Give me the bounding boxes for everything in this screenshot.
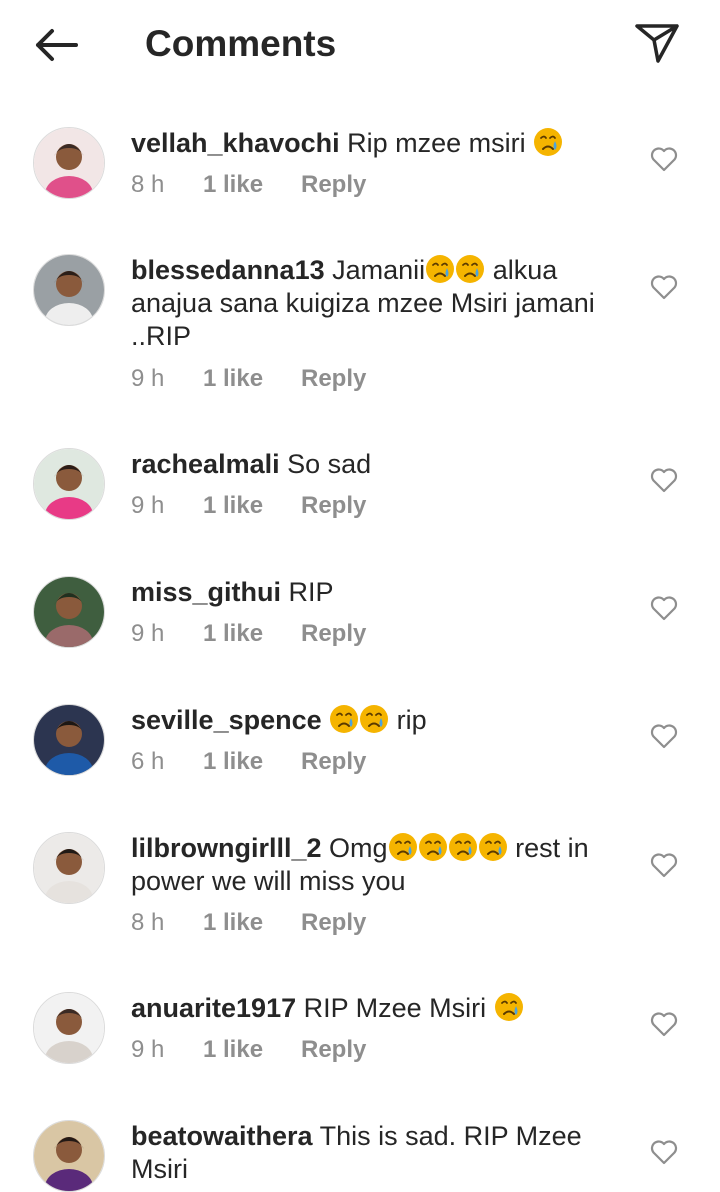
comment-meta: 9 h 1 like Reply [131,491,366,521]
heart-icon [650,468,678,493]
comment-meta: 8 h 1 like Reply [131,170,366,200]
comment-text: vellah_khavochi Rip mzee msiri [131,127,611,160]
comment-text: lilbrowngirlll_2 Omg rest in power we wi… [131,832,611,898]
crying-face-emoji [494,993,523,1021]
like-comment-button[interactable] [650,1011,678,1037]
arrow-left-icon [36,29,78,61]
comment-meta: 6 h 1 like Reply [131,747,366,777]
comment-text: seville_spence rip [131,704,611,737]
profile-photo [34,705,104,775]
comment-text: beatowaithera This is sad. RIP Mzee Msir… [131,1120,611,1186]
like-comment-button[interactable] [650,852,678,878]
comment-username[interactable]: seville_spence [131,705,322,735]
heart-icon [650,596,678,621]
profile-photo [34,833,104,903]
like-comment-button[interactable] [650,146,678,172]
like-comment-button[interactable] [650,723,678,749]
comment-text: anuarite1917 RIP Mzee Msiri [131,992,611,1025]
comment-likes[interactable]: 1 like [203,908,301,938]
comment-meta: 8 h 1 like Reply [131,908,366,938]
profile-photo [34,577,104,647]
reply-button[interactable]: Reply [301,1035,366,1065]
comment-username[interactable]: lilbrowngirlll_2 [131,833,322,863]
reply-button[interactable]: Reply [301,491,366,521]
reply-button[interactable]: Reply [301,908,366,938]
avatar[interactable] [33,448,105,520]
heart-icon [650,147,678,172]
comment-username[interactable]: miss_githui [131,577,281,607]
crying-face-emoji [418,833,447,861]
comment-message: So sad [287,449,372,479]
heart-icon [650,724,678,749]
comment-username[interactable]: vellah_khavochi [131,128,340,158]
crying-face-emoji [388,833,417,861]
comment-time: 9 h [131,620,165,647]
comment-username[interactable]: blessedanna13 [131,255,325,285]
avatar[interactable] [33,992,105,1064]
comment-likes[interactable]: 1 like [203,747,301,777]
avatar[interactable] [33,254,105,326]
comment-likes[interactable]: 1 like [203,619,301,649]
avatar[interactable] [33,1120,105,1192]
avatar[interactable] [33,576,105,648]
comment-username[interactable]: beatowaithera [131,1121,313,1151]
crying-face-emoji [456,255,485,283]
reply-button[interactable]: Reply [301,364,366,394]
like-comment-button[interactable] [650,1139,678,1165]
profile-photo [34,993,104,1063]
comment-username[interactable]: rachealmali [131,449,280,479]
comment-username[interactable]: anuarite1917 [131,993,296,1023]
comment-time: 8 h [131,171,165,198]
comment-likes[interactable]: 1 like [203,1035,301,1065]
crying-face-emoji [330,705,359,733]
comment-text-start: Omg [329,833,388,863]
comment-likes[interactable]: 1 like [203,170,301,200]
comment-time: 6 h [131,748,165,775]
comment-message: Rip mzee msiri [347,128,526,158]
comment-meta: 9 h 1 like Reply [131,364,366,394]
comment-text: miss_githui RIP [131,576,611,609]
reply-button[interactable]: Reply [301,619,366,649]
avatar[interactable] [33,832,105,904]
comment-message: RIP Mzee Msiri [303,993,487,1023]
profile-photo [34,449,104,519]
comment-likes[interactable]: 1 like [203,364,301,394]
crying-face-emoji [478,833,507,861]
header-bar: Comments [0,0,720,90]
comment-text: blessedanna13 Jamanii alkua anajua sana … [131,254,611,353]
like-comment-button[interactable] [650,595,678,621]
comment-message: rip [396,705,427,735]
comment-time: 9 h [131,1036,165,1063]
comment-time: 9 h [131,365,165,392]
reply-button[interactable]: Reply [301,747,366,777]
crying-face-emoji [426,255,455,283]
comment-message: RIP [288,577,334,607]
crying-face-emoji [360,705,389,733]
profile-photo [34,1121,104,1191]
paper-plane-icon [635,24,679,63]
like-comment-button[interactable] [650,467,678,493]
page-title: Comments [145,23,337,64]
heart-icon [650,1012,678,1037]
comment-meta: 9 h 1 like Reply [131,619,366,649]
comment-text: rachealmali So sad [131,448,611,481]
send-button[interactable] [630,18,684,68]
crying-face-emoji [534,128,563,156]
comment-meta: 9 h 1 like Reply [131,1035,366,1065]
heart-icon [650,1140,678,1165]
profile-photo [34,128,104,198]
comment-time: 8 h [131,909,165,936]
crying-face-emoji [448,833,477,861]
comment-time: 9 h [131,492,165,519]
comment-likes[interactable]: 1 like [203,491,301,521]
back-button[interactable] [28,20,84,70]
reply-button[interactable]: Reply [301,170,366,200]
profile-photo [34,255,104,325]
avatar[interactable] [33,704,105,776]
heart-icon [650,853,678,878]
heart-icon [650,275,678,300]
avatar[interactable] [33,127,105,199]
like-comment-button[interactable] [650,274,678,300]
comment-text-start: Jamanii [332,255,426,285]
